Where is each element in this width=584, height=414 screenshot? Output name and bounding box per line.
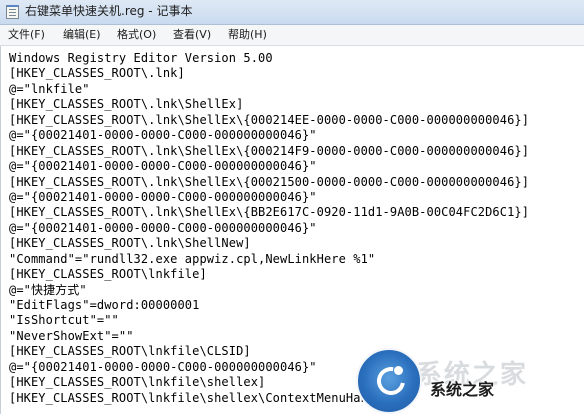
watermark-text: 系统之家 [430, 380, 495, 399]
menu-format[interactable]: 格式(O) [117, 27, 156, 43]
window-title: 右键菜单快速关机.reg - 记事本 [25, 4, 193, 18]
menu-help[interactable]: 帮助(H) [228, 27, 267, 43]
editor-line: [HKEY_CLASSES_ROOT\.lnk] [9, 66, 185, 81]
editor-line: @="{00021401-0000-0000-C000-000000000046… [9, 220, 317, 235]
editor-line: Windows Registry Editor Version 5.00 [9, 51, 273, 65]
menu-edit[interactable]: 编辑(E) [63, 27, 101, 43]
editor-line: [HKEY_CLASSES_ROOT\lnkfile] [9, 267, 207, 282]
xitongzhijia-logo-icon [356, 348, 422, 414]
editor-line: [HKEY_CLASSES_ROOT\.lnk\ShellEx\{BB2E617… [9, 205, 530, 220]
editor-line: "IsShortcut"="" [9, 313, 119, 328]
editor-line: @="快捷方式" [9, 282, 87, 297]
editor-line: "Command"="rundll32.exe appwiz.cpl,NewLi… [9, 251, 376, 266]
editor-line: @="lnkfile" [9, 81, 90, 96]
menu-view[interactable]: 查看(V) [173, 27, 211, 43]
notepad-icon [6, 5, 19, 19]
editor-line: [HKEY_CLASSES_ROOT\.lnk\ShellEx\{000214E… [9, 112, 530, 127]
logo-dot-icon [394, 366, 403, 375]
editor-line: "EditFlags"=dword:00000001 [9, 298, 200, 312]
editor-line: [HKEY_CLASSES_ROOT\.lnk\ShellEx] [9, 97, 244, 112]
notepad-window: 右键菜单快速关机.reg - 记事本 文件(F) 编辑(E) 格式(O) 查看(… [0, 0, 584, 414]
editor-line: [HKEY_CLASSES_ROOT\.lnk\ShellEx\{0002150… [9, 174, 530, 189]
editor-line: @="{00021401-0000-0000-C000-000000000046… [9, 159, 317, 174]
editor-line: "NeverShowExt"="" [9, 328, 134, 343]
editor-line: [HKEY_CLASSES_ROOT\.lnk\ShellEx\{000214F… [9, 143, 530, 158]
menu-file[interactable]: 文件(F) [8, 27, 45, 43]
editor-line: [HKEY_CLASSES_ROOT\.lnk\ShellNew] [9, 236, 251, 251]
logo-ring-icon [371, 361, 411, 401]
title-bar[interactable]: 右键菜单快速关机.reg - 记事本 [0, 0, 584, 25]
editor-line: @="{00021401-0000-0000-C000-000000000046… [9, 189, 317, 204]
editor-line: @="{00021401-0000-0000-C000-000000000046… [9, 128, 317, 143]
site-watermark: 系统之家 系统之家 [356, 348, 584, 414]
menu-bar: 文件(F) 编辑(E) 格式(O) 查看(V) 帮助(H) [0, 25, 584, 46]
